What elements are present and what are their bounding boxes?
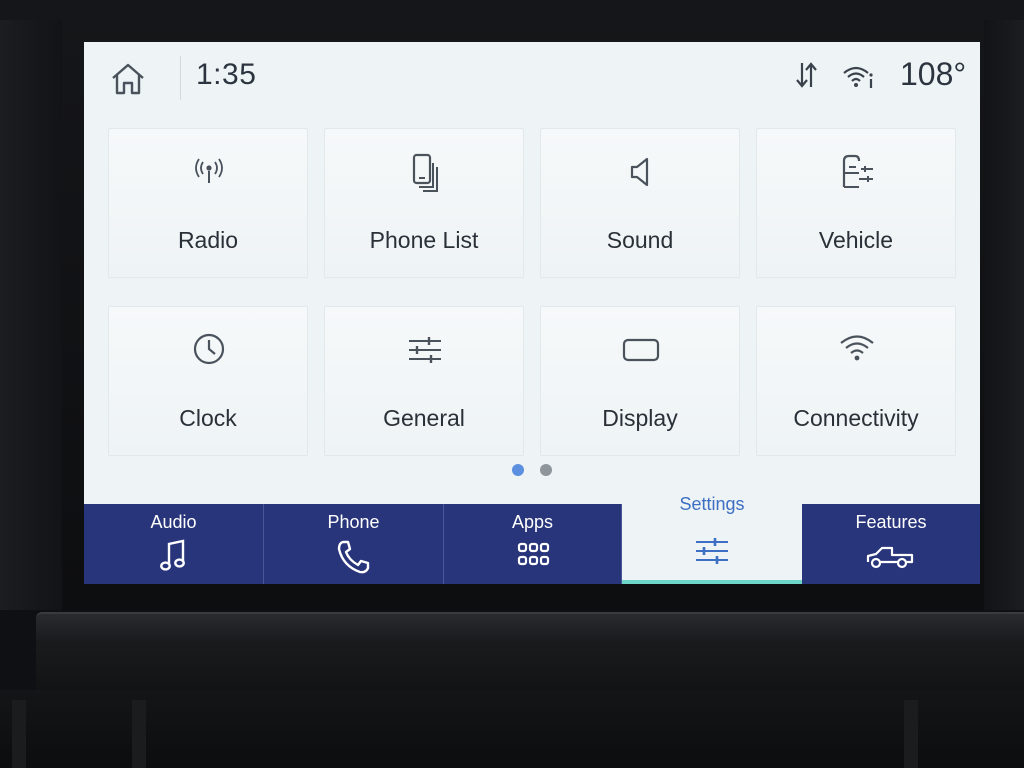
- dashboard-vent-rib: [904, 700, 918, 768]
- wifi-icon: [840, 335, 874, 361]
- dashboard-vent-rib: [12, 700, 26, 768]
- bottom-nav: Audio Phone Apps Settings Features: [84, 486, 980, 584]
- nav-tab-features[interactable]: Features: [802, 504, 980, 584]
- home-icon: [112, 63, 144, 95]
- radio-antenna-icon: [195, 158, 223, 183]
- tile-label: Clock: [179, 405, 237, 431]
- nav-tab-label: Phone: [327, 512, 380, 532]
- truck-icon: [866, 546, 914, 569]
- nav-tab-label: Audio: [150, 512, 197, 532]
- vehicle-icon: [842, 154, 873, 188]
- nav-tab-apps[interactable]: Apps: [444, 504, 622, 584]
- settings-tile-clock[interactable]: Clock: [108, 306, 308, 456]
- clock-icon: [193, 333, 225, 365]
- status-bar: 1:35 108°: [84, 42, 980, 114]
- phone-list-icon: [412, 153, 438, 192]
- settings-grid: Radio Phone List Sound Vehicle Clock Gen…: [108, 128, 956, 468]
- settings-tile-sound[interactable]: Sound: [540, 128, 740, 278]
- wifi-info-icon: [843, 66, 873, 88]
- tile-label: Vehicle: [818, 227, 894, 253]
- speaker-icon: [630, 157, 649, 187]
- settings-tile-vehicle[interactable]: Vehicle: [756, 128, 956, 278]
- settings-tile-general[interactable]: General: [324, 306, 524, 456]
- nav-tab-settings[interactable]: Settings: [622, 486, 802, 584]
- settings-sliders-icon: [696, 538, 728, 564]
- tile-label: Connectivity: [793, 405, 919, 431]
- nav-tab-audio[interactable]: Audio: [84, 504, 264, 584]
- tile-label: Display: [602, 405, 678, 431]
- settings-tile-phone-list[interactable]: Phone List: [324, 128, 524, 278]
- sliders-icon: [409, 337, 441, 363]
- display-icon: [622, 338, 660, 362]
- tile-label: General: [383, 405, 465, 431]
- apps-grid-icon: [517, 542, 550, 566]
- phone-handset-icon: [337, 540, 370, 574]
- nav-tab-label: Settings: [679, 494, 745, 514]
- tile-label: Phone List: [369, 227, 479, 253]
- home-button[interactable]: [110, 62, 146, 96]
- dashboard-vent-rib: [132, 700, 146, 768]
- settings-tile-display[interactable]: Display: [540, 306, 740, 456]
- bezel-left-edge: [0, 20, 62, 610]
- infotainment-screen: 1:35 108° Radio Phone List Sound Vehicle…: [84, 42, 980, 584]
- tile-label: Radio: [177, 227, 239, 253]
- status-divider: [180, 56, 181, 100]
- bezel-right-edge: [984, 20, 1024, 610]
- nav-tab-label: Features: [855, 512, 927, 532]
- page-dot-active[interactable]: [512, 464, 524, 476]
- settings-tile-radio[interactable]: Radio: [108, 128, 308, 278]
- music-note-icon: [160, 539, 185, 571]
- nav-tab-phone[interactable]: Phone: [264, 504, 444, 584]
- dashboard-trim: [36, 612, 1024, 690]
- tile-label: Sound: [606, 227, 674, 253]
- data-transfer-icon: [796, 62, 817, 88]
- nav-tab-label: Apps: [511, 512, 554, 532]
- clock-time: 1:35: [196, 58, 257, 91]
- dashboard-lower: [0, 690, 1024, 768]
- page-dot[interactable]: [540, 464, 552, 476]
- settings-tile-connectivity[interactable]: Connectivity: [756, 306, 956, 456]
- outside-temperature: 108°: [900, 56, 967, 92]
